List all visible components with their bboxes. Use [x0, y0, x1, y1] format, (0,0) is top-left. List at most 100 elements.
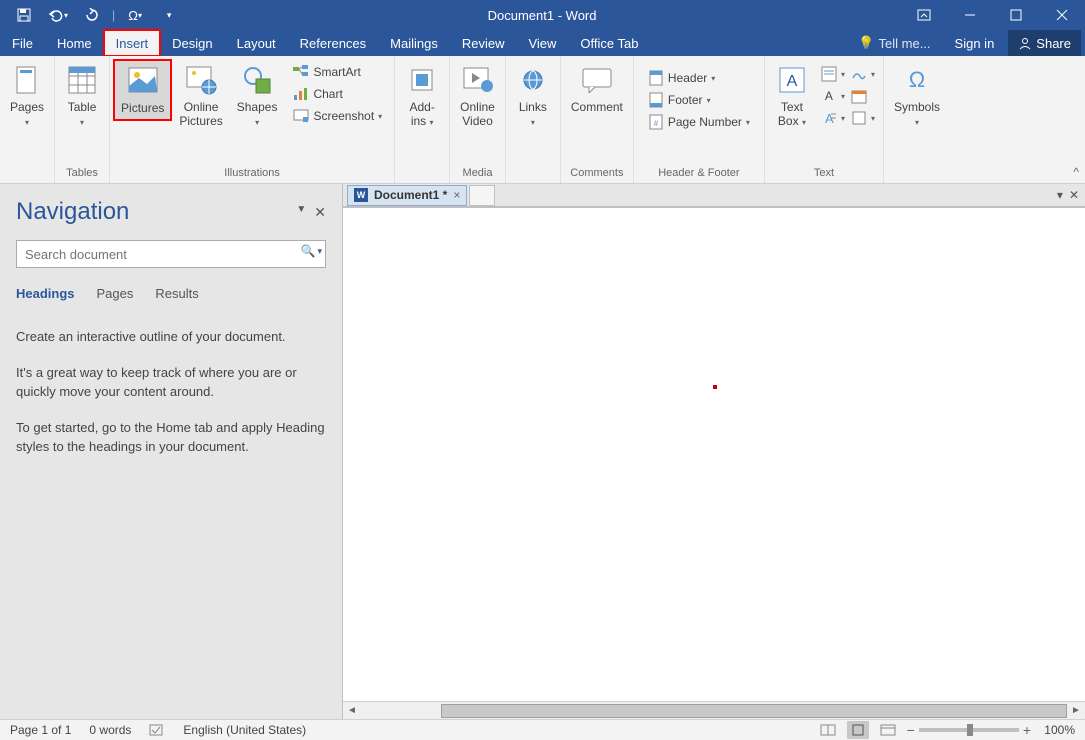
tab-mailings[interactable]: Mailings	[378, 30, 450, 56]
read-mode-button[interactable]	[817, 721, 839, 739]
footer-button[interactable]: Footer ▾	[644, 90, 754, 110]
pages-icon	[11, 64, 43, 96]
search-button[interactable]: 🔍▾	[301, 244, 322, 258]
nav-tab-results[interactable]: Results	[155, 286, 198, 301]
zoom-level[interactable]: 100%	[1035, 723, 1075, 737]
screenshot-button[interactable]: Screenshot ▾	[289, 106, 386, 126]
ribbon: Pages▾ Table▾ Tables Pictures Online Pic…	[0, 56, 1085, 184]
page-number-button[interactable]: #Page Number ▾	[644, 112, 754, 132]
header-button[interactable]: Header ▾	[644, 68, 754, 88]
web-layout-button[interactable]	[877, 721, 899, 739]
zoom-thumb[interactable]	[967, 724, 973, 736]
group-pages: Pages▾	[0, 56, 55, 183]
minimize-button[interactable]	[947, 0, 993, 30]
tab-view[interactable]: View	[516, 30, 568, 56]
ribbon-display-options[interactable]	[901, 0, 947, 30]
table-button[interactable]: Table▾	[59, 60, 105, 133]
scroll-thumb[interactable]	[441, 704, 1067, 718]
smartart-icon	[293, 64, 309, 80]
pages-button[interactable]: Pages▾	[4, 60, 50, 133]
links-button[interactable]: Links▾	[510, 60, 556, 133]
quick-parts-button[interactable]: ▾	[819, 64, 847, 84]
tab-review[interactable]: Review	[450, 30, 517, 56]
group-addins: Add- ins ▾	[395, 56, 450, 183]
text-box-label: Text Box	[778, 100, 803, 128]
symbols-button[interactable]: Ω Symbols▾	[888, 60, 946, 133]
wordart-button[interactable]: A▾	[819, 86, 847, 106]
zoom-in-button[interactable]: +	[1023, 722, 1031, 738]
shapes-button[interactable]: Shapes▾	[231, 60, 284, 133]
cursor-marker	[713, 385, 717, 389]
status-bar: Page 1 of 1 0 words English (United Stat…	[0, 719, 1085, 740]
online-pictures-icon	[185, 64, 217, 96]
tab-references[interactable]: References	[288, 30, 378, 56]
online-pictures-button[interactable]: Online Pictures	[173, 60, 228, 133]
language[interactable]: English (United States)	[183, 723, 306, 737]
chart-button[interactable]: Chart	[289, 84, 386, 104]
undo-button[interactable]: ▾	[44, 4, 72, 26]
save-button[interactable]	[10, 4, 38, 26]
group-text: A Text Box ▾ ▾ ▾ A▾ A▾ ▾ Text	[765, 56, 884, 183]
object-button[interactable]: ▾	[849, 108, 877, 128]
close-button[interactable]	[1039, 0, 1085, 30]
print-layout-button[interactable]	[847, 721, 869, 739]
word-count[interactable]: 0 words	[89, 723, 131, 737]
doctabs-dropdown[interactable]: ▾	[1057, 188, 1063, 202]
nav-tab-headings[interactable]: Headings	[16, 286, 75, 301]
window-title: Document1 - Word	[183, 8, 901, 23]
qat-customize[interactable]: ▾	[155, 4, 183, 26]
scroll-left[interactable]: ◄	[343, 705, 361, 716]
addins-button[interactable]: Add- ins ▾	[399, 60, 445, 133]
tab-file[interactable]: File	[0, 30, 45, 56]
redo-button[interactable]	[78, 4, 106, 26]
nav-tab-pages[interactable]: Pages	[97, 286, 134, 301]
zoom-out-button[interactable]: −	[907, 722, 915, 738]
tab-layout[interactable]: Layout	[225, 30, 288, 56]
tell-me[interactable]: 💡 Tell me...	[848, 35, 940, 51]
doc-tab-close[interactable]: ×	[453, 188, 460, 202]
date-time-icon	[851, 88, 867, 104]
sign-in-button[interactable]: Sign in	[945, 30, 1005, 56]
search-document-input[interactable]	[16, 240, 326, 268]
wordart-icon: A	[821, 88, 837, 104]
tab-design[interactable]: Design	[160, 30, 224, 56]
share-label: Share	[1036, 36, 1071, 51]
doctabs-close[interactable]: ✕	[1069, 188, 1079, 202]
navigation-pane: Navigation ▼ ✕ 🔍▾ Headings Pages Results…	[0, 184, 343, 719]
comment-button[interactable]: Comment	[565, 60, 629, 118]
pictures-button[interactable]: Pictures	[114, 60, 171, 120]
drop-cap-button[interactable]: A▾	[819, 108, 847, 128]
tab-insert[interactable]: Insert	[104, 30, 161, 56]
scroll-right[interactable]: ►	[1067, 705, 1085, 716]
zoom-slider[interactable]	[919, 728, 1019, 732]
screenshot-icon	[293, 108, 309, 124]
media-group-label: Media	[454, 165, 501, 181]
signature-button[interactable]: ▾	[849, 64, 877, 84]
online-video-label: Online Video	[460, 100, 495, 129]
new-doc-tab[interactable]	[469, 185, 495, 206]
addins-icon	[406, 64, 438, 96]
navigation-title: Navigation	[16, 198, 129, 226]
text-box-button[interactable]: A Text Box ▾	[769, 60, 815, 133]
spell-check[interactable]	[149, 723, 165, 737]
document-tab[interactable]: W Document1 * ×	[347, 185, 467, 206]
document-tab-label: Document1 *	[374, 188, 447, 202]
online-video-button[interactable]: Online Video	[454, 60, 501, 133]
text-group-label: Text	[769, 165, 879, 181]
page-count[interactable]: Page 1 of 1	[10, 723, 71, 737]
tab-office[interactable]: Office Tab	[568, 30, 650, 56]
horizontal-scrollbar[interactable]: ◄ ►	[343, 701, 1085, 719]
search-icon: 🔍	[301, 244, 316, 258]
date-time-button[interactable]	[849, 86, 869, 106]
table-label: Table	[68, 100, 97, 114]
collapse-ribbon[interactable]: ^	[1073, 165, 1079, 179]
maximize-button[interactable]	[993, 0, 1039, 30]
nav-close-button[interactable]: ✕	[314, 204, 326, 221]
symbol-qat-button[interactable]: Ω ▾	[121, 4, 149, 26]
share-button[interactable]: Share	[1008, 30, 1081, 56]
document-page[interactable]	[343, 207, 1085, 701]
smartart-button[interactable]: SmartArt	[289, 62, 386, 82]
nav-options-dropdown[interactable]: ▼	[296, 204, 306, 221]
links-label: Links	[519, 100, 547, 114]
tab-home[interactable]: Home	[45, 30, 104, 56]
